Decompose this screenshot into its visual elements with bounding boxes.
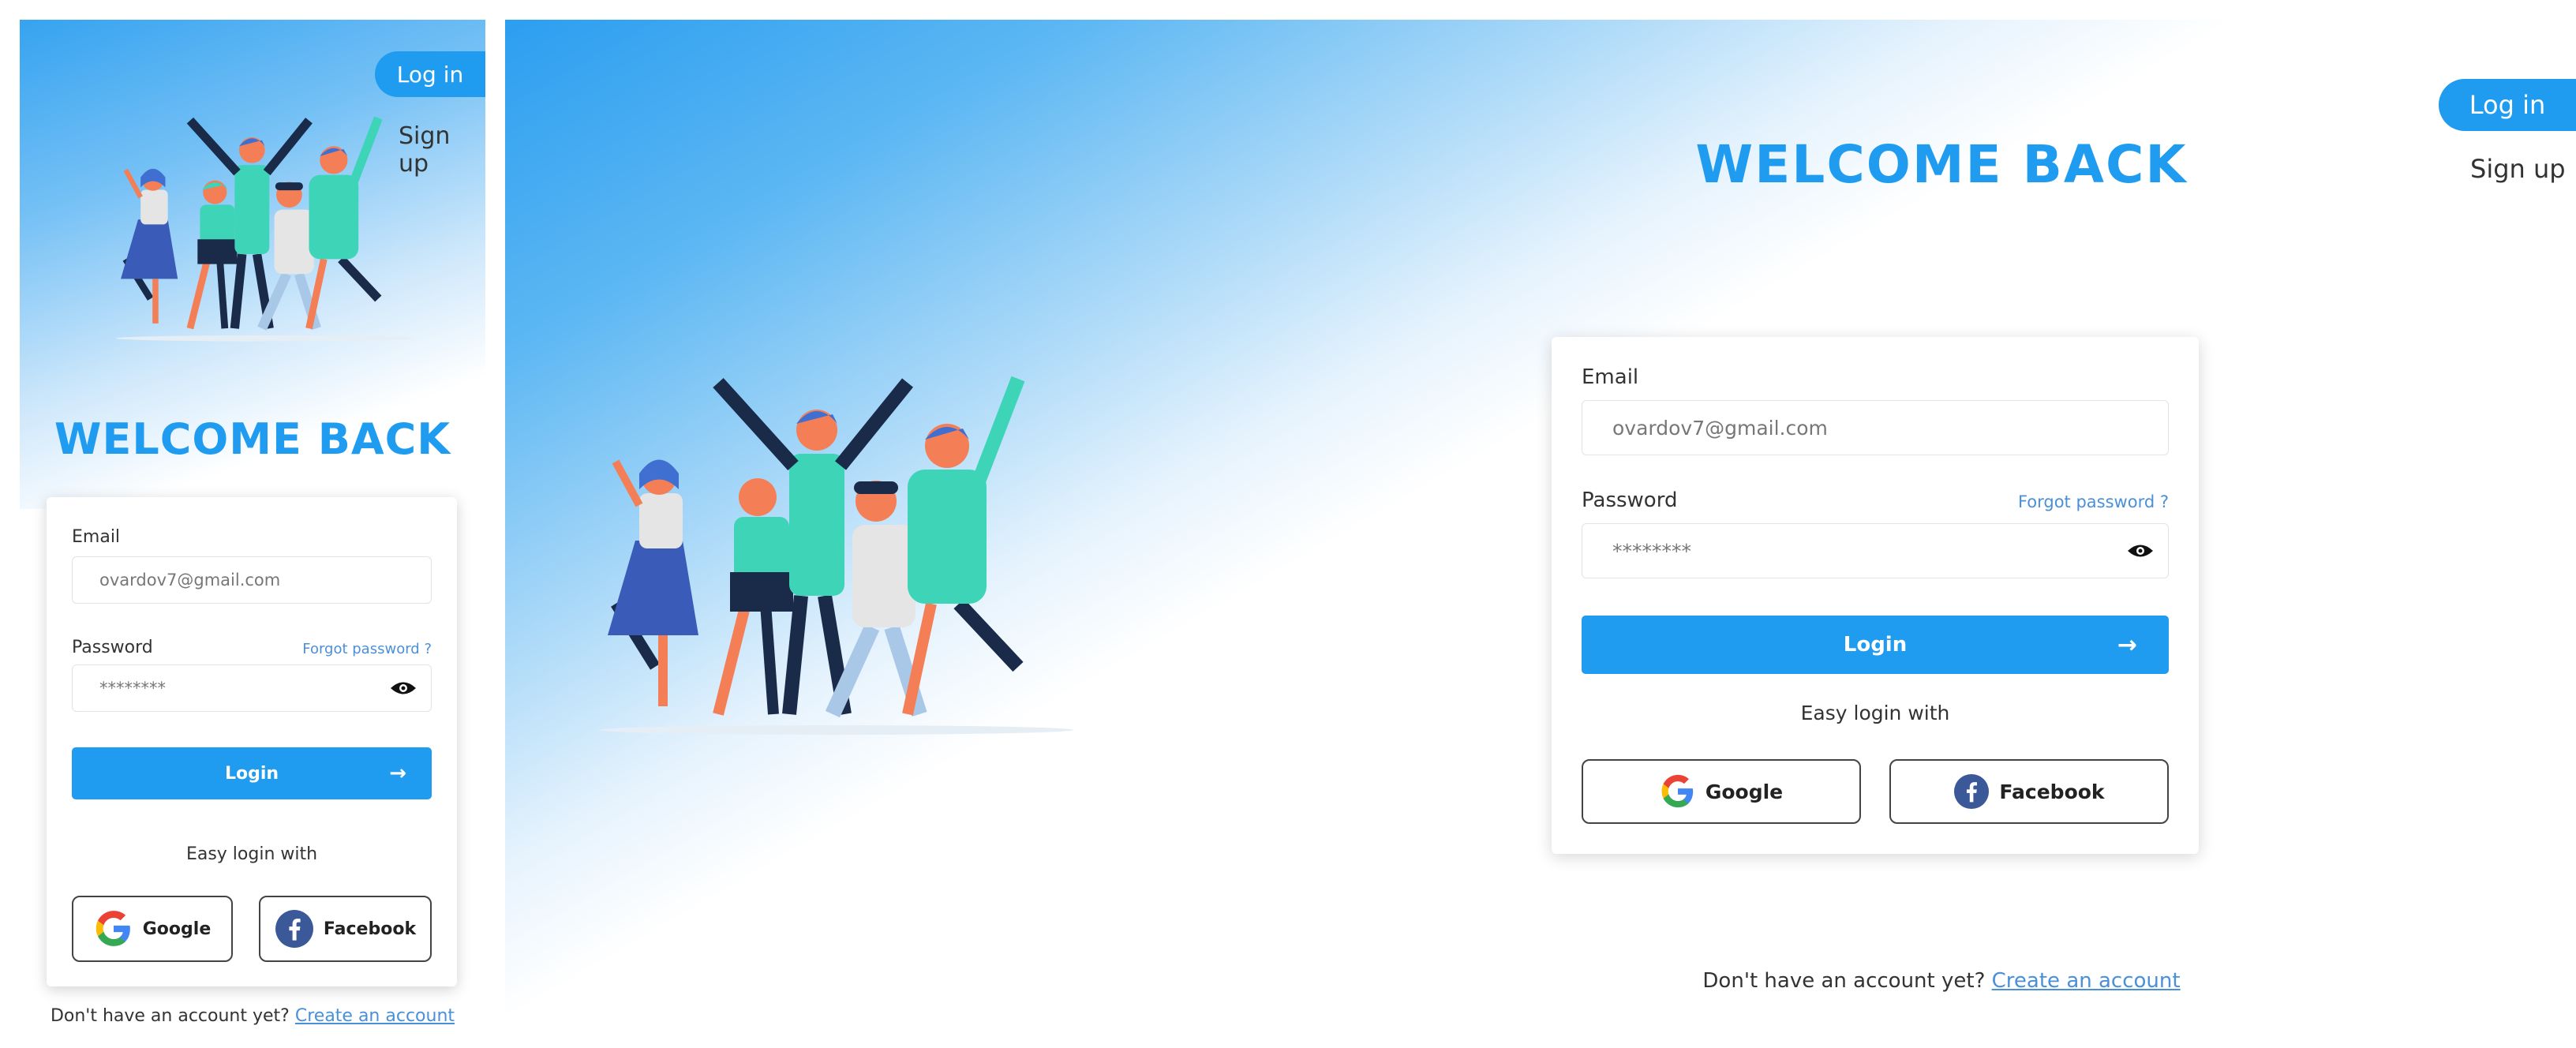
google-label: Google (1705, 780, 1784, 803)
google-login-button[interactable]: Google (72, 896, 233, 962)
google-icon (95, 911, 130, 946)
login-button[interactable]: Login → (72, 747, 432, 799)
email-field[interactable]: ovardov7@gmail.com (72, 556, 432, 604)
google-login-button[interactable]: Google (1582, 759, 1861, 824)
password-value: ******** (99, 679, 166, 698)
create-account-link[interactable]: Create an account (1992, 969, 2181, 993)
page-title: WELCOME BACK (54, 414, 451, 464)
easy-login-text: Easy login with (1800, 702, 1950, 724)
eye-icon[interactable] (390, 679, 417, 697)
password-label: Password (72, 638, 153, 657)
email-field[interactable]: ovardov7@gmail.com (1582, 400, 2169, 455)
login-card: Email ovardov7@gmail.com Password Forgot… (1552, 337, 2199, 854)
mobile-view: Log in Sign up WELCOME BACK Email ovardo… (20, 20, 485, 1048)
signup-prompt-text: Don't have an account yet? (1702, 969, 1986, 993)
email-label: Email (72, 527, 121, 547)
eye-icon[interactable] (2127, 542, 2154, 560)
desktop-view: WELCOME BACK Log in Sign up Email ovardo… (505, 20, 2576, 1048)
login-button-label: Login (224, 763, 279, 784)
easy-login-text: Easy login with (185, 844, 318, 864)
people-illustration (115, 116, 414, 342)
facebook-login-button[interactable]: Facebook (259, 896, 432, 962)
arrow-right-icon: → (389, 762, 406, 785)
facebook-label: Facebook (323, 919, 417, 939)
login-button-label: Login (1843, 633, 1908, 657)
forgot-password-link[interactable]: Forgot password ? (302, 641, 432, 657)
password-field[interactable]: ******** (1582, 523, 2169, 578)
people-illustration (600, 376, 1073, 735)
password-value: ******** (1612, 539, 1691, 563)
login-card: Email ovardov7@gmail.com Password Forgot… (47, 497, 457, 986)
signup-prompt: Don't have an account yet? Create an acc… (20, 1006, 485, 1026)
create-account-link[interactable]: Create an account (295, 1006, 455, 1026)
login-nav-button[interactable]: Log in (2439, 79, 2576, 131)
password-field[interactable]: ******** (72, 664, 432, 712)
arrow-right-icon: → (2117, 631, 2137, 659)
facebook-icon (275, 910, 313, 948)
email-label: Email (1582, 365, 1639, 389)
google-icon (1661, 774, 1694, 808)
google-label: Google (142, 919, 212, 939)
facebook-label: Facebook (1999, 780, 2105, 803)
facebook-icon (1954, 773, 1990, 810)
page-title: WELCOME BACK (1695, 134, 2188, 195)
signup-nav-link[interactable]: Sign up (2470, 154, 2566, 184)
password-label: Password (1582, 488, 1678, 512)
signup-prompt: Don't have an account yet? Create an acc… (1468, 969, 2415, 993)
facebook-login-button[interactable]: Facebook (1889, 759, 2169, 824)
signup-prompt-text: Don't have an account yet? (50, 1006, 290, 1026)
login-button[interactable]: Login → (1582, 616, 2169, 674)
forgot-password-link[interactable]: Forgot password ? (2018, 492, 2169, 511)
